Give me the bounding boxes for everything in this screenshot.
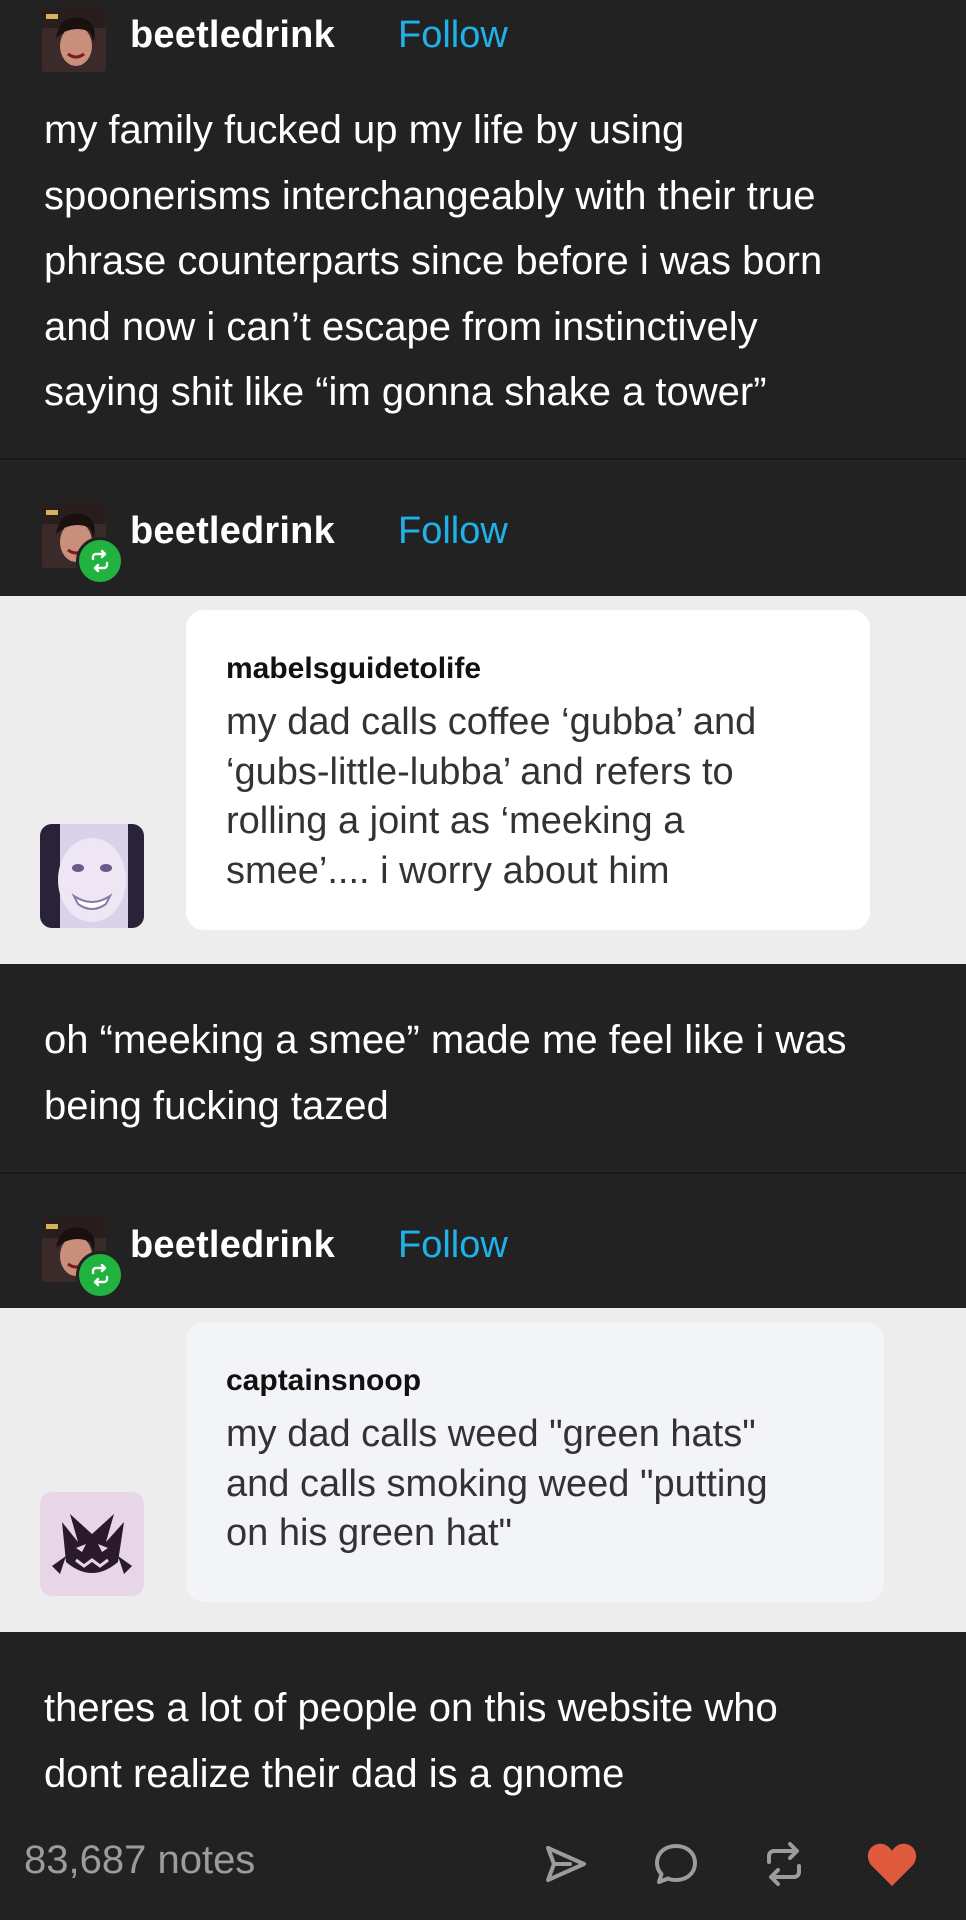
post-text-line: being fucking tazed — [44, 1083, 389, 1128]
divider — [0, 458, 966, 460]
post-body-1: my family fucked up my life by using spo… — [44, 98, 944, 426]
reply-icon[interactable] — [646, 1834, 706, 1894]
tumblr-post-thread: beetledrink Follow my family fucked up m… — [0, 0, 966, 1920]
username[interactable]: beetledrink — [130, 14, 335, 57]
username[interactable]: beetledrink — [130, 510, 335, 553]
quote-text-line: my dad calls coffee ‘gubba’ and — [226, 701, 757, 743]
follow-button[interactable]: Follow — [398, 510, 508, 553]
follow-button[interactable]: Follow — [398, 1224, 508, 1267]
post-text-line: oh “meeking a smee” made me feel like i … — [44, 1018, 847, 1062]
share-icon[interactable] — [536, 1834, 596, 1894]
post-header-1: beetledrink Follow — [0, 0, 966, 80]
post-body-2: oh “meeking a smee” made me feel like i … — [44, 1008, 944, 1139]
quote-text-line: ‘gubs-little-lubba’ and refers to — [226, 750, 734, 793]
commenter-avatar — [40, 1492, 144, 1596]
quote-text-line: on his green hat" — [226, 1512, 513, 1554]
follow-button[interactable]: Follow — [398, 14, 508, 57]
post-text-line: saying shit like “im gonna shake a tower… — [44, 370, 767, 414]
quote-card: mabelsguidetolife my dad calls coffee ‘g… — [186, 610, 870, 930]
post-text-line: phrase counterparts since before i was b… — [44, 239, 823, 283]
post-text-line: spoonerisms interchangeably with their t… — [44, 173, 816, 218]
reblog-icon[interactable] — [754, 1834, 814, 1894]
quote-text-line: smee’.... i worry about him — [226, 849, 670, 892]
username[interactable]: beetledrink — [130, 1224, 335, 1267]
quote-text: my dad calls weed "green hats" and calls… — [226, 1410, 926, 1559]
notes-count[interactable]: 83,687 notes — [24, 1838, 255, 1883]
post-header-3: beetledrink Follow — [0, 1210, 966, 1299]
quote-text-line: and calls smoking weed "putting — [226, 1462, 768, 1505]
quoted-screenshot-2: captainsnoop my dad calls weed "green ha… — [0, 1308, 966, 1632]
post-footer: 83,687 notes — [0, 1820, 966, 1920]
quote-username: captainsnoop — [226, 1364, 422, 1397]
avatar[interactable] — [42, 8, 106, 72]
commenter-avatar — [40, 824, 144, 928]
post-text-line: my family fucked up my life by using — [44, 108, 685, 152]
quote-card: captainsnoop my dad calls weed "green ha… — [186, 1322, 884, 1602]
reblog-icon — [76, 537, 124, 585]
post-text-line: and now i can’t escape from instinctivel… — [44, 304, 758, 349]
post-text-line: dont realize their dad is a gnome — [44, 1751, 625, 1796]
quote-text-line: my dad calls weed "green hats" — [226, 1413, 756, 1455]
post-text-line: theres a lot of people on this website w… — [44, 1686, 778, 1730]
quote-text: my dad calls coffee ‘gubba’ and ‘gubs-li… — [226, 698, 926, 896]
quote-text-line: rolling a joint as ‘meeking a — [226, 800, 685, 842]
post-header-2: beetledrink Follow — [0, 496, 966, 585]
heart-icon[interactable] — [862, 1834, 922, 1894]
divider — [0, 1172, 966, 1174]
quoted-screenshot-1: mabelsguidetolife my dad calls coffee ‘g… — [0, 596, 966, 964]
quote-username: mabelsguidetolife — [226, 652, 482, 685]
reblog-icon — [76, 1251, 124, 1299]
post-body-3: theres a lot of people on this website w… — [44, 1676, 944, 1807]
